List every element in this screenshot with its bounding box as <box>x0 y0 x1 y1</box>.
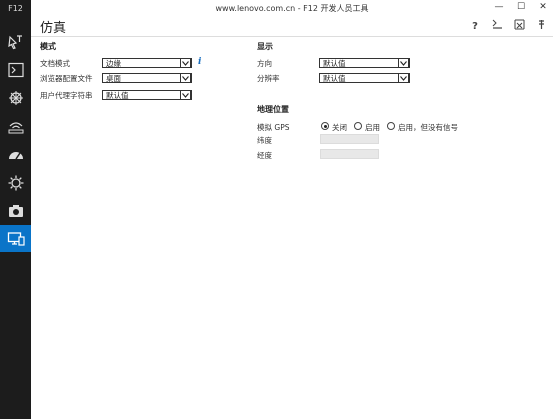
gps-label: 模拟 GPS <box>257 123 290 132</box>
gps-off-radio[interactable] <box>321 122 329 130</box>
browser-profile-select[interactable]: 桌面 <box>102 73 192 83</box>
camera-icon <box>8 204 23 217</box>
user-agent-select[interactable]: 默认值 <box>102 90 192 100</box>
chevron-down-icon <box>180 90 191 100</box>
orientation-label: 方向 <box>257 59 272 68</box>
longitude-label: 经度 <box>257 151 272 160</box>
resolution-label: 分辨率 <box>257 74 280 83</box>
memory-icon <box>8 175 23 190</box>
tool-sidebar: F12 <box>0 0 31 419</box>
gps-no-signal-label: 启用，但没有信号 <box>398 123 458 132</box>
console-icon <box>7 62 24 77</box>
sidebar-item-performance[interactable] <box>0 141 31 168</box>
geolocation-heading: 地理位置 <box>257 105 289 114</box>
sidebar-item-screenshot[interactable] <box>0 197 31 224</box>
close-icon[interactable]: ✕ <box>537 2 549 12</box>
console-toggle-icon[interactable] <box>491 19 503 33</box>
longitude-input <box>320 149 379 159</box>
emulation-panel: 仿真 ? 模式 文档模式 边缘 i 浏览器配置文件 桌面 用户代理字符串 默认值… <box>31 17 553 419</box>
document-mode-label: 文档模式 <box>40 59 70 68</box>
window-titlebar: www.lenovo.com.cn - F12 开发人员工具 — ☐ ✕ <box>31 0 553 17</box>
panel-toolbar: ? <box>469 19 547 33</box>
page-title: 仿真 <box>40 21 67 36</box>
pin-icon[interactable] <box>535 19 547 33</box>
sidebar-item-dom-explorer[interactable] <box>0 28 31 55</box>
orientation-select[interactable]: 默认值 <box>319 58 410 68</box>
gps-off-label: 关闭 <box>332 123 347 132</box>
dom-explorer-icon <box>7 34 22 49</box>
chevron-down-icon <box>398 73 409 83</box>
maximize-icon[interactable]: ☐ <box>515 2 527 12</box>
sidebar-item-network[interactable] <box>0 113 31 140</box>
header-divider <box>31 36 553 37</box>
document-mode-value: 边缘 <box>106 59 121 68</box>
chevron-down-icon <box>398 58 409 68</box>
f12-label: F12 <box>8 4 23 13</box>
chevron-down-icon <box>180 73 191 83</box>
sidebar-item-console[interactable] <box>0 56 31 83</box>
debugger-icon <box>8 90 23 105</box>
mode-heading: 模式 <box>40 42 56 51</box>
sidebar-item-memory[interactable] <box>0 169 31 196</box>
gps-on-label: 启用 <box>365 123 380 132</box>
help-icon[interactable]: ? <box>469 21 481 32</box>
browser-profile-label: 浏览器配置文件 <box>40 74 93 83</box>
latitude-input <box>320 134 379 144</box>
undock-icon[interactable] <box>513 19 525 33</box>
resolution-select[interactable]: 默认值 <box>319 73 410 83</box>
sidebar-item-debugger[interactable] <box>0 84 31 111</box>
display-heading: 显示 <box>257 42 273 51</box>
sidebar-item-emulation[interactable] <box>0 225 31 252</box>
orientation-value: 默认值 <box>323 59 346 68</box>
resolution-value: 默认值 <box>323 74 346 83</box>
window-title: www.lenovo.com.cn - F12 开发人员工具 <box>215 4 369 13</box>
performance-icon <box>8 151 23 159</box>
chevron-down-icon <box>180 58 191 68</box>
user-agent-value: 默认值 <box>106 91 129 100</box>
info-icon[interactable]: i <box>198 57 201 67</box>
user-agent-label: 用户代理字符串 <box>40 91 93 100</box>
browser-profile-value: 桌面 <box>106 74 121 83</box>
emulation-icon <box>7 231 25 246</box>
minimize-icon[interactable]: — <box>493 2 505 12</box>
latitude-label: 纬度 <box>257 136 272 145</box>
window-controls: — ☐ ✕ <box>493 2 549 12</box>
network-icon <box>8 121 23 133</box>
gps-no-signal-radio[interactable] <box>387 122 395 130</box>
gps-on-radio[interactable] <box>354 122 362 130</box>
document-mode-select[interactable]: 边缘 <box>102 58 192 68</box>
